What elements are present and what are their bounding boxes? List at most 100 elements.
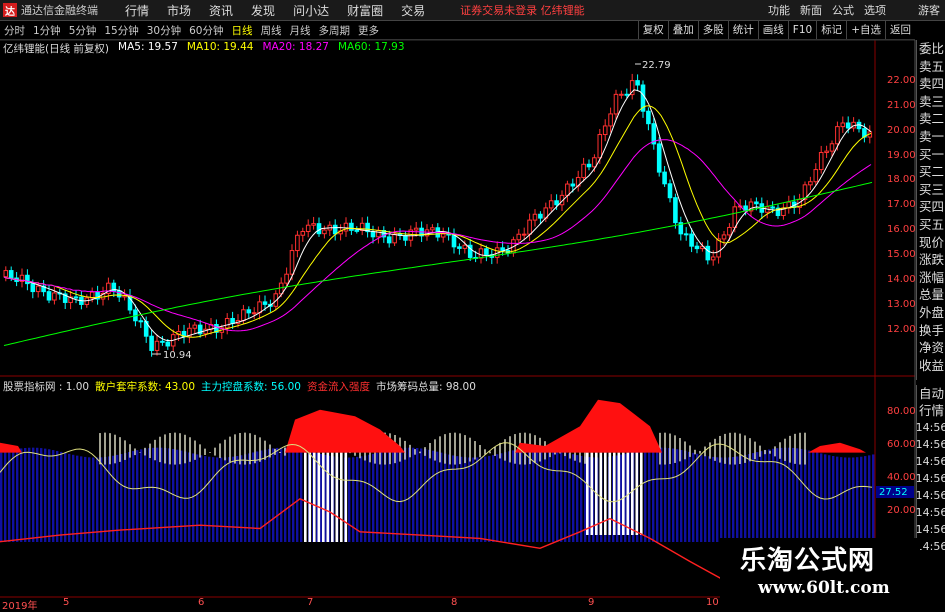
indicator-white-bar <box>331 452 334 542</box>
indicator-bar <box>184 451 187 542</box>
indicator-a: 散户套牢系数: 43.00 <box>95 381 196 393</box>
indicator-white-bar <box>631 452 634 535</box>
indicator-bar <box>708 456 711 542</box>
side2-item[interactable]: 自动 <box>919 385 944 402</box>
indicator-bar <box>832 456 835 542</box>
indicator-bar <box>408 447 411 542</box>
indicator-bar <box>500 453 503 542</box>
candle-body <box>710 256 716 261</box>
indicator-bar <box>792 447 795 542</box>
side-item[interactable]: 现价 <box>919 234 944 252</box>
candle-body <box>3 270 9 278</box>
indicator-bar <box>692 452 695 542</box>
candle-body <box>597 134 603 159</box>
candle-body <box>457 246 462 249</box>
indicator-bar <box>280 447 283 542</box>
side-item[interactable]: 净资 <box>919 339 944 357</box>
side-item[interactable]: 卖五 <box>919 58 944 76</box>
side2-item[interactable]: 行情 <box>919 402 944 419</box>
indicator-name[interactable]: 股票指标网 : 1.00 <box>3 379 89 393</box>
candle-body <box>565 183 570 196</box>
indicator-white-bar <box>344 452 348 542</box>
kline-chart[interactable]: 22.00 21.00 20.00 19.00 18.00 17.00 16.0… <box>0 0 945 609</box>
side-item[interactable]: 买三 <box>919 181 944 199</box>
indicator-bar <box>808 450 811 542</box>
indicator-bar <box>44 448 47 542</box>
indicator-bar <box>376 452 379 542</box>
indicator-bar <box>824 454 827 542</box>
indicator-bar <box>648 448 651 542</box>
candle-body <box>462 244 468 249</box>
candle-body <box>721 234 727 240</box>
indicator-bar <box>212 457 215 542</box>
side-item[interactable]: 买二 <box>919 163 944 181</box>
candle-body <box>689 233 694 247</box>
indicator-bar <box>756 452 759 542</box>
indicator-bar <box>472 457 475 542</box>
side-item[interactable]: 卖一 <box>919 128 944 146</box>
indicator-bar <box>576 455 579 542</box>
indicator-bar <box>516 449 519 542</box>
price-label: 22.00 <box>887 75 916 86</box>
side-item[interactable]: 买五 <box>919 216 944 234</box>
indicator-bar <box>560 451 563 542</box>
indicator-bar <box>300 449 303 542</box>
indicator-bar <box>348 457 351 542</box>
indicator-bar <box>92 457 95 542</box>
indicator-bar <box>96 457 99 542</box>
price-label: 18.00 <box>887 174 916 185</box>
indicator-bar <box>400 448 403 542</box>
indicator-bar <box>196 454 199 542</box>
side-item[interactable]: 外盘 <box>919 304 944 322</box>
indicator-bar <box>396 448 399 542</box>
indicator-bar <box>744 454 747 542</box>
side-item[interactable]: 总量 <box>919 286 944 304</box>
candle-body <box>300 231 306 236</box>
side-item[interactable]: 卖三 <box>919 93 944 111</box>
side-item[interactable]: 买四 <box>919 198 944 216</box>
candle-body <box>311 223 316 226</box>
indicator-white-bar <box>604 452 607 535</box>
side-item[interactable]: 涨幅 <box>919 269 944 287</box>
candle-body <box>251 312 257 315</box>
indicator-bar <box>208 456 211 542</box>
tick-time: 14:56 <box>915 489 945 502</box>
indicator-bar <box>564 452 567 542</box>
side-item[interactable]: 委比 <box>919 40 944 58</box>
indicator-bar <box>204 456 207 542</box>
indicator-bar <box>684 450 687 542</box>
indicator-bar <box>8 450 11 542</box>
indicator-bar <box>496 454 499 542</box>
candle-body <box>592 157 597 168</box>
indicator-white-bar <box>308 452 312 542</box>
indicator-legend: 股票指标网 : 1.00 散户套牢系数: 43.00 主力控盘系数: 56.00… <box>3 379 476 393</box>
ma10-line <box>3 105 872 338</box>
candle-body <box>694 245 700 250</box>
candle-body <box>818 152 824 171</box>
watermark-title: 乐淘公式网 <box>740 546 876 576</box>
candle-body <box>73 296 79 299</box>
side-item[interactable]: 换手 <box>919 322 944 340</box>
indicator-bar <box>852 457 855 542</box>
side-item[interactable]: 卖二 <box>919 110 944 128</box>
side-item[interactable]: 卖四 <box>919 75 944 93</box>
indicator-bar <box>364 455 367 542</box>
indicator-bar <box>28 447 31 542</box>
price-label: 15.00 <box>887 249 916 260</box>
candle-body <box>230 317 235 324</box>
indicator-bar <box>764 450 767 542</box>
candle-body <box>154 340 160 351</box>
stock-title[interactable]: 亿纬锂能(日线 前复权) <box>3 41 109 55</box>
candle-body <box>808 181 813 186</box>
indicator-bar <box>432 450 435 542</box>
side-item[interactable]: 涨跌 <box>919 251 944 269</box>
side-item[interactable]: 买一 <box>919 146 944 164</box>
candle-body <box>430 227 435 231</box>
indicator-bar <box>136 450 139 542</box>
side-item[interactable]: 收益 <box>919 357 944 375</box>
indicator-bar <box>380 451 383 542</box>
indicator-bar <box>676 449 679 542</box>
indicator-bar <box>644 449 647 542</box>
indicator-bar <box>848 457 851 542</box>
indicator-bar <box>272 448 275 542</box>
